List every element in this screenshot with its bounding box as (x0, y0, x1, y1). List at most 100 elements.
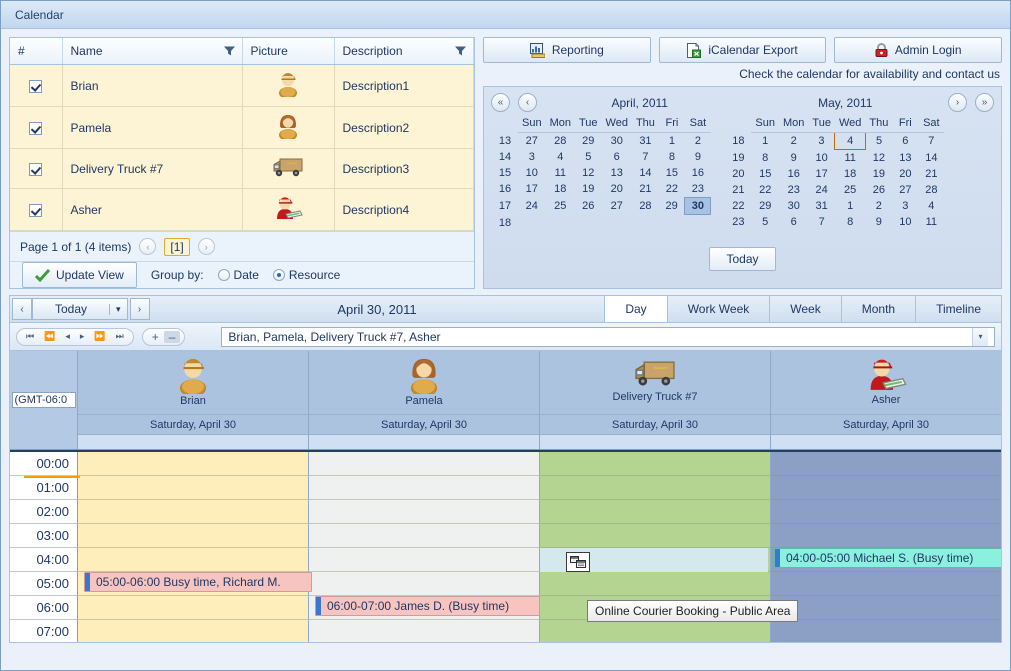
day-cell[interactable]: 14 (632, 165, 659, 181)
day-cell[interactable]: 1 (659, 133, 685, 150)
day-cell[interactable]: 13 (892, 150, 918, 167)
day-cell[interactable]: 23 (685, 181, 711, 198)
time-slot[interactable] (78, 524, 309, 548)
day-cell[interactable]: 17 (518, 181, 546, 198)
time-slot[interactable] (309, 524, 540, 548)
time-slot[interactable] (309, 572, 540, 596)
day-cell[interactable]: 17 (808, 166, 835, 182)
tab-timeline[interactable]: Timeline (915, 296, 1001, 322)
day-cell[interactable]: 27 (518, 133, 546, 150)
day-cell[interactable]: 8 (751, 150, 779, 167)
time-slot[interactable] (309, 476, 540, 500)
day-cell[interactable]: 13 (602, 165, 632, 181)
day-cell[interactable]: 6 (602, 149, 632, 165)
day-cell[interactable]: 15 (659, 165, 685, 181)
day-cell[interactable]: 10 (518, 165, 546, 181)
day-cell[interactable]: 8 (835, 214, 865, 230)
time-slot[interactable] (309, 620, 540, 642)
tab-day[interactable]: Day (604, 296, 667, 322)
resource-column-pamela[interactable]: Pamela Saturday, April 30 (309, 351, 540, 449)
group-by-option-resource[interactable]: Resource (272, 268, 340, 282)
table-row[interactable]: Asher Description4 (10, 188, 474, 231)
resource-column-delivery-truck-7[interactable]: Delivery Truck #7 Saturday, April 30 (540, 351, 771, 449)
day-cell[interactable]: 20 (602, 181, 632, 198)
row-checkbox-cell[interactable] (10, 64, 63, 107)
time-slot[interactable] (771, 572, 1001, 596)
table-row[interactable]: Delivery Truck #7 Description3 (10, 148, 474, 189)
chevron-down-icon[interactable]: ▾ (972, 327, 988, 346)
day-cell[interactable]: 27 (892, 182, 918, 198)
all-day-area[interactable] (540, 434, 770, 449)
month-prev-button[interactable]: ‹ (518, 93, 537, 112)
time-slot[interactable] (771, 452, 1001, 476)
row-checkbox[interactable] (29, 121, 43, 135)
day-cell[interactable]: 26 (865, 182, 892, 198)
day-cell[interactable]: 20 (892, 166, 918, 182)
tab-week[interactable]: Week (769, 296, 840, 322)
time-slot[interactable] (540, 476, 771, 500)
tab-month[interactable]: Month (840, 296, 915, 322)
day-cell[interactable]: 26 (575, 198, 602, 215)
time-slot[interactable] (78, 620, 309, 642)
admin-login-button[interactable]: Admin Login (834, 37, 1003, 63)
day-cell[interactable]: 18 (546, 181, 575, 198)
row-checkbox[interactable] (29, 203, 43, 217)
day-cell[interactable]: 10 (892, 214, 918, 230)
time-slot[interactable] (78, 596, 309, 620)
filter-icon[interactable] (455, 46, 466, 57)
time-slot[interactable] (771, 524, 1001, 548)
all-day-area[interactable] (309, 434, 539, 449)
event-busy-james[interactable]: 06:00-07:00 James D. (Busy time) (315, 596, 540, 616)
time-slot[interactable] (78, 452, 309, 476)
day-cell[interactable]: 3 (808, 133, 835, 150)
zoom-in-button[interactable]: + (147, 331, 164, 343)
time-slot[interactable] (771, 500, 1001, 524)
column-header-name[interactable]: Name (62, 38, 243, 65)
day-cell[interactable]: 5 (751, 214, 779, 230)
scheduler-prev-button[interactable]: ‹ (12, 298, 32, 320)
day-cell[interactable]: 12 (575, 165, 602, 181)
day-cell[interactable]: 10 (808, 150, 835, 167)
day-cell[interactable]: 11 (918, 214, 944, 230)
day-cell[interactable]: 7 (632, 149, 659, 165)
time-slot[interactable] (78, 476, 309, 500)
day-cell[interactable]: 11 (835, 150, 865, 167)
day-cell[interactable]: 22 (659, 181, 685, 198)
row-checkbox-cell[interactable] (10, 188, 63, 231)
day-cell[interactable]: 7 (808, 214, 835, 230)
day-cell[interactable]: 11 (546, 165, 575, 181)
day-cell[interactable]: 31 (808, 198, 835, 214)
day-cell[interactable]: 2 (865, 198, 892, 214)
day-cell[interactable]: 16 (685, 165, 711, 181)
day-cell[interactable]: 1 (835, 198, 865, 214)
column-header-picture[interactable]: Picture (242, 38, 335, 65)
day-cell[interactable]: 24 (518, 198, 546, 215)
time-slot[interactable] (309, 548, 540, 572)
row-checkbox-cell[interactable] (10, 148, 63, 189)
day-cell[interactable]: 23 (779, 182, 808, 198)
time-slot[interactable] (78, 548, 309, 572)
column-header-num[interactable]: # (10, 38, 63, 65)
column-header-description[interactable]: Description (334, 38, 474, 65)
day-cell[interactable]: 5 (865, 133, 892, 150)
row-checkbox-cell[interactable] (10, 106, 63, 149)
filter-icon[interactable] (223, 46, 235, 57)
zoom-out-button[interactable]: – (163, 330, 181, 343)
day-cell[interactable]: 28 (546, 133, 575, 150)
day-cell[interactable]: 9 (865, 214, 892, 230)
scheduler-today-dropdown[interactable]: Today ▾ (32, 298, 128, 320)
day-cell[interactable]: 29 (751, 198, 779, 214)
day-cell[interactable]: 18 (835, 166, 865, 182)
day-cell[interactable]: 25 (835, 182, 865, 198)
day-cell[interactable]: 30 (779, 198, 808, 214)
day-cell[interactable]: 25 (546, 198, 575, 215)
table-row[interactable]: Brian Description1 (10, 64, 474, 107)
scheduler-next-button[interactable]: › (129, 298, 150, 320)
pager-prev-button[interactable]: ‹ (139, 238, 157, 255)
day-cell[interactable]: 6 (779, 214, 808, 230)
resource-column-brian[interactable]: Brian Saturday, April 30 (78, 351, 309, 449)
day-cell[interactable]: 7 (918, 133, 944, 150)
nav-back-button[interactable]: ◂ (60, 331, 75, 342)
time-slot[interactable] (540, 572, 771, 596)
pager-next-button[interactable]: › (197, 238, 215, 255)
